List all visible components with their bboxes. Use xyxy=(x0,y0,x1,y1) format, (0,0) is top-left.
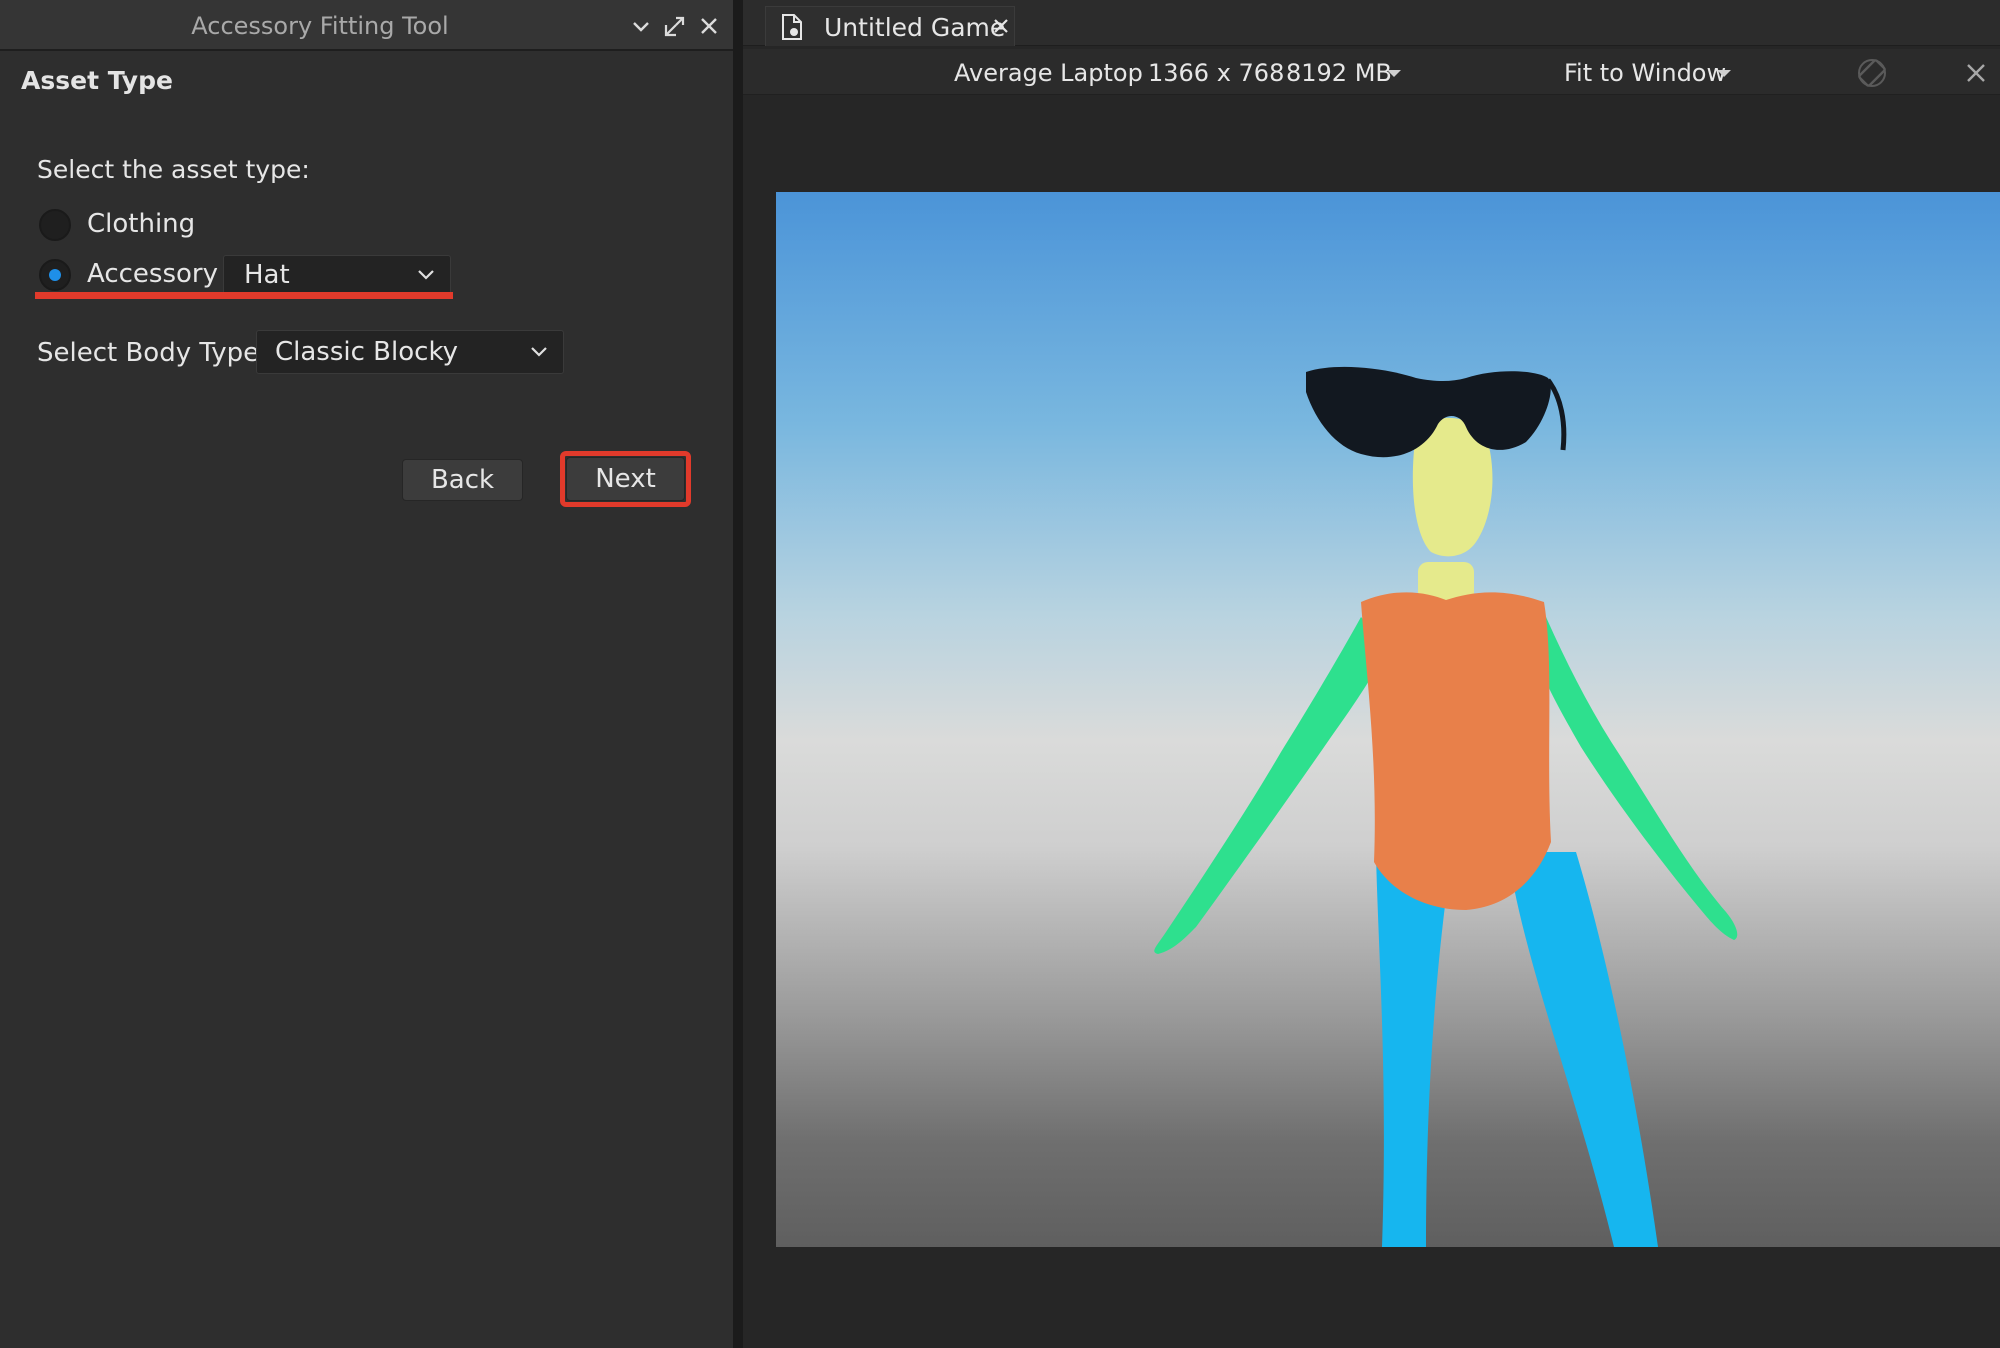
panel-divider[interactable] xyxy=(733,0,743,1348)
highlight-underline xyxy=(35,292,453,299)
chevron-down-icon[interactable] xyxy=(628,13,654,39)
scale-selector[interactable]: Fit to Window xyxy=(1564,59,1726,87)
chevron-down-icon xyxy=(531,347,547,357)
close-icon[interactable] xyxy=(991,16,1011,36)
accessory-type-dropdown[interactable]: Hat xyxy=(223,255,451,295)
body-type-dropdown[interactable]: Classic Blocky xyxy=(256,330,564,374)
caret-down-icon[interactable] xyxy=(1387,70,1401,77)
accessory-fitting-tool-panel: Accessory Fitting Tool Asset Type Select… xyxy=(0,0,733,1348)
clothing-radio[interactable] xyxy=(39,209,71,241)
next-button-highlight xyxy=(560,451,691,507)
tab-untitled-game[interactable]: Untitled Game xyxy=(765,6,1015,46)
tab-label: Untitled Game xyxy=(824,13,1006,42)
avatar-left-arm xyxy=(1154,617,1388,954)
body-type-label: Select Body Type: xyxy=(37,338,268,368)
device-emulation-bar: Average Laptop 1366 x 768 8192 MB Fit to… xyxy=(743,49,2000,95)
close-icon[interactable] xyxy=(696,13,722,39)
game-view-area: Untitled Game Average Laptop 1366 x 768 … xyxy=(743,0,2000,1348)
tab-bar: Untitled Game xyxy=(743,0,2000,46)
body-type-value: Classic Blocky xyxy=(275,337,458,367)
game-viewport[interactable] xyxy=(776,192,2000,1247)
clothing-label[interactable]: Clothing xyxy=(87,209,195,239)
accessory-label[interactable]: Accessory xyxy=(87,259,218,289)
avatar-left-leg xyxy=(1376,852,1448,1247)
rotate-disabled-icon[interactable] xyxy=(1856,57,1888,89)
avatar-torso xyxy=(1361,592,1551,910)
resolution-readout: 1366 x 768 xyxy=(1148,59,1285,87)
panel-titlebar: Accessory Fitting Tool xyxy=(0,0,733,51)
accessory-radio[interactable] xyxy=(39,259,71,291)
section-heading: Asset Type xyxy=(21,66,173,95)
studio-window: Accessory Fitting Tool Asset Type Select… xyxy=(0,0,2000,1348)
panel-title: Accessory Fitting Tool xyxy=(191,12,449,40)
chevron-down-icon xyxy=(418,270,434,280)
accessory-type-value: Hat xyxy=(244,260,290,290)
avatar-right-leg xyxy=(1508,852,1658,1247)
undock-icon[interactable] xyxy=(662,13,688,39)
device-selector[interactable]: Average Laptop xyxy=(954,59,1143,87)
avatar-scene xyxy=(1154,366,1738,1247)
memory-selector[interactable]: 8192 MB xyxy=(1286,59,1392,87)
asset-type-prompt: Select the asset type: xyxy=(37,155,310,184)
close-icon[interactable] xyxy=(1965,62,1987,84)
document-icon xyxy=(782,14,802,40)
back-button[interactable]: Back xyxy=(402,459,523,501)
caret-down-icon[interactable] xyxy=(1717,70,1731,77)
